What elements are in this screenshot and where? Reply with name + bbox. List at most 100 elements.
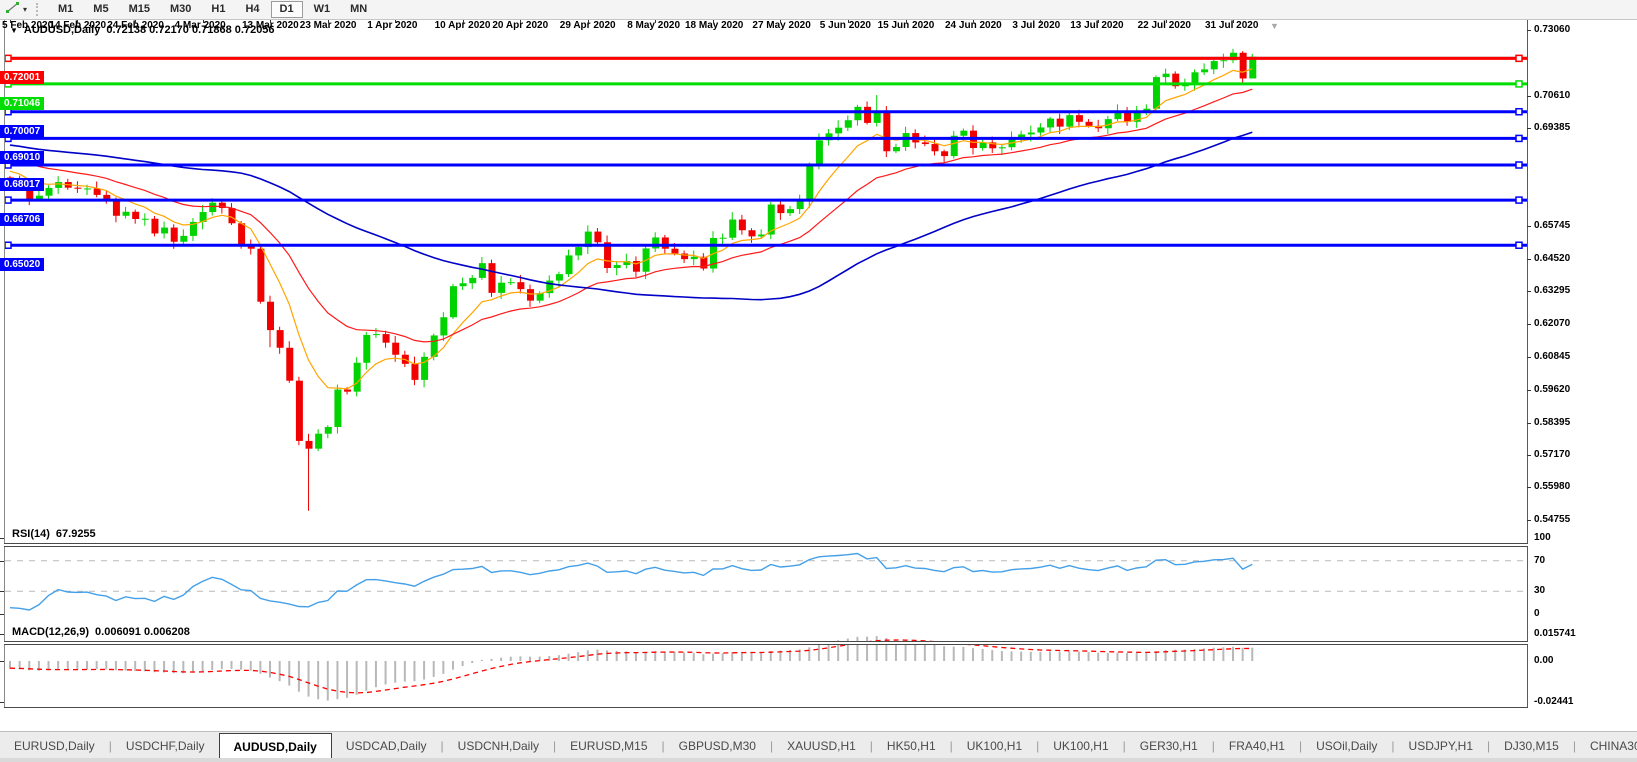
dropdown-caret-icon: ▾ <box>23 6 27 14</box>
price-tickmark <box>1527 455 1531 456</box>
price-tickmark <box>1527 291 1531 292</box>
date-tickmark <box>135 20 136 23</box>
price-tick-0.57170: 0.57170 <box>1534 449 1570 460</box>
chart-shift-marker[interactable]: ▼ <box>1270 21 1279 31</box>
line-studies-button[interactable]: ▾ <box>2 0 31 20</box>
price-tick-0.58395: 0.58395 <box>1534 417 1570 428</box>
price-tickmark <box>1527 30 1531 31</box>
macd-tick-0.00: 0.00 <box>1534 655 1553 666</box>
rsi-macd-separator[interactable] <box>4 641 1528 645</box>
macd-name: MACD(12,26,9) <box>12 626 89 638</box>
timeframe-button-mn[interactable]: MN <box>341 1 376 18</box>
date-label-87: 5 Jun 2020 <box>820 20 871 31</box>
timeframe-button-w1[interactable]: W1 <box>305 1 340 18</box>
rsi-tick-0: 0 <box>1534 608 1540 619</box>
rsi-tickmark <box>0 561 4 562</box>
chart-tab-eurusd-m15[interactable]: EURUSD,M15 <box>556 732 661 759</box>
date-tickmark <box>203 20 204 23</box>
window-bottom-strip <box>0 758 1637 762</box>
date-tickmark <box>10 20 11 23</box>
rsi-indicator-label: RSI(14) 67.9255 <box>12 528 96 540</box>
price-tick-0.64520: 0.64520 <box>1534 253 1570 264</box>
timeframe-button-h1[interactable]: H1 <box>202 1 234 18</box>
price-tag-0.65020: 0.65020 <box>0 258 44 271</box>
rsi-tick-30: 30 <box>1534 585 1545 596</box>
price-tickmark <box>1527 357 1531 358</box>
price-tag-0.69010: 0.69010 <box>0 151 44 164</box>
chart-tab-bar: EURUSD,Daily|USDCHF,DailyAUDUSD,DailyUSD… <box>0 731 1637 759</box>
chart-tab-hk50-h1[interactable]: HK50,H1 <box>873 732 950 759</box>
chart-tab-usdcnh-daily[interactable]: USDCNH,Daily <box>444 732 553 759</box>
mt4-terminal: ▾ M1M5M15M30H1H4D1W1MN ▼ AUDUSD,Daily 0.… <box>0 0 1637 762</box>
chart-tab-fra40-h1[interactable]: FRA40,H1 <box>1215 732 1299 759</box>
price-tickmark <box>1527 96 1531 97</box>
price-tickmark <box>1527 487 1531 488</box>
price-tick-0.62070: 0.62070 <box>1534 318 1570 329</box>
price-tick-0.55980: 0.55980 <box>1534 481 1570 492</box>
date-tickmark <box>77 20 78 23</box>
price-tickmark <box>1527 324 1531 325</box>
timeframe-toolbar: ▾ M1M5M15M30H1H4D1W1MN <box>0 0 1637 20</box>
timeframe-button-h4[interactable]: H4 <box>236 1 268 18</box>
price-chart-canvas[interactable] <box>0 20 1637 730</box>
timeframe-buttons: M1M5M15M30H1H4D1W1MN <box>48 1 377 18</box>
line-studies-icon <box>6 1 21 19</box>
main-rsi-separator[interactable] <box>4 543 1528 547</box>
timeframe-button-m5[interactable]: M5 <box>84 1 117 18</box>
candlesticks <box>7 49 1256 511</box>
chart-window: ▼ AUDUSD,Daily 0.72138 0.72170 0.71868 0… <box>0 20 1637 730</box>
date-label-120: 22 Jul 2020 <box>1138 20 1191 31</box>
macd-tick--0.02441: -0.02441 <box>1534 696 1573 707</box>
chart-tab-gbpusd-m30[interactable]: GBPUSD,M30 <box>665 732 770 759</box>
date-label-73: 18 May 2020 <box>685 20 743 31</box>
date-label-67: 8 May 2020 <box>627 20 680 31</box>
price-tick-0.59620: 0.59620 <box>1534 384 1570 395</box>
price-tickmark <box>1527 390 1531 391</box>
date-tickmark <box>655 20 656 23</box>
price-tick-0.65745: 0.65745 <box>1534 220 1570 231</box>
macd-tickmark <box>0 634 4 635</box>
toolbar-grip[interactable] <box>36 3 43 16</box>
date-tickmark <box>395 20 396 23</box>
chart-bottom-border <box>4 707 1528 708</box>
timeframe-button-d1[interactable]: D1 <box>271 1 303 18</box>
price-tick-0.70610: 0.70610 <box>1534 90 1570 101</box>
date-tickmark <box>270 20 271 23</box>
timeframe-button-m1[interactable]: M1 <box>49 1 82 18</box>
chart-tab-audusd-daily[interactable]: AUDUSD,Daily <box>219 733 332 759</box>
chart-tab-usdchf-daily[interactable]: USDCHF,Daily <box>112 732 219 759</box>
chart-tab-usoil-daily[interactable]: USOil,Daily <box>1302 732 1391 759</box>
chart-tab-uk100-h1[interactable]: UK100,H1 <box>953 732 1036 759</box>
price-tick-0.60845: 0.60845 <box>1534 351 1570 362</box>
rsi-name: RSI(14) <box>12 528 50 540</box>
timeframe-button-m30[interactable]: M30 <box>161 1 200 18</box>
chart-tab-usdjpy-h1[interactable]: USDJPY,H1 <box>1395 732 1487 759</box>
macd-signal-line <box>10 640 1252 693</box>
date-tickmark <box>1040 20 1041 23</box>
macd-value: 0.006091 0.006208 <box>95 626 190 638</box>
chart-tab-ger30-h1[interactable]: GER30,H1 <box>1126 732 1212 759</box>
price-tickmark <box>1527 226 1531 227</box>
chart-tab-eurusd-daily[interactable]: EURUSD,Daily <box>0 732 109 759</box>
price-tag-0.68017: 0.68017 <box>0 178 44 191</box>
date-tickmark <box>713 20 714 23</box>
date-label-80: 27 May 2020 <box>752 20 810 31</box>
date-tickmark <box>973 20 974 23</box>
rsi-value: 67.9255 <box>56 528 96 540</box>
price-tick-0.73060: 0.73060 <box>1534 24 1570 35</box>
chart-tab-china300-h4[interactable]: CHINA300,H4 <box>1576 732 1637 759</box>
rsi-line <box>10 554 1252 611</box>
chart-tab-usdcad-daily[interactable]: USDCAD,Daily <box>332 732 441 759</box>
macd-indicator-label: MACD(12,26,9) 0.006091 0.006208 <box>12 626 190 638</box>
chart-tab-dj30-m15[interactable]: DJ30,M15 <box>1490 732 1573 759</box>
chart-tab-uk100-h1[interactable]: UK100,H1 <box>1039 732 1122 759</box>
date-tickmark <box>463 20 464 23</box>
chart-tab-xauusd-h1[interactable]: XAUUSD,H1 <box>773 732 870 759</box>
rsi-tickmark <box>0 591 4 592</box>
timeframe-button-m15[interactable]: M15 <box>120 1 159 18</box>
macd-tick-0.015741: 0.015741 <box>1534 628 1576 639</box>
date-tickmark <box>588 20 589 23</box>
macd-tickmark <box>0 702 4 703</box>
price-tickmark <box>1527 259 1531 260</box>
price-tag-0.66706: 0.66706 <box>0 213 44 226</box>
